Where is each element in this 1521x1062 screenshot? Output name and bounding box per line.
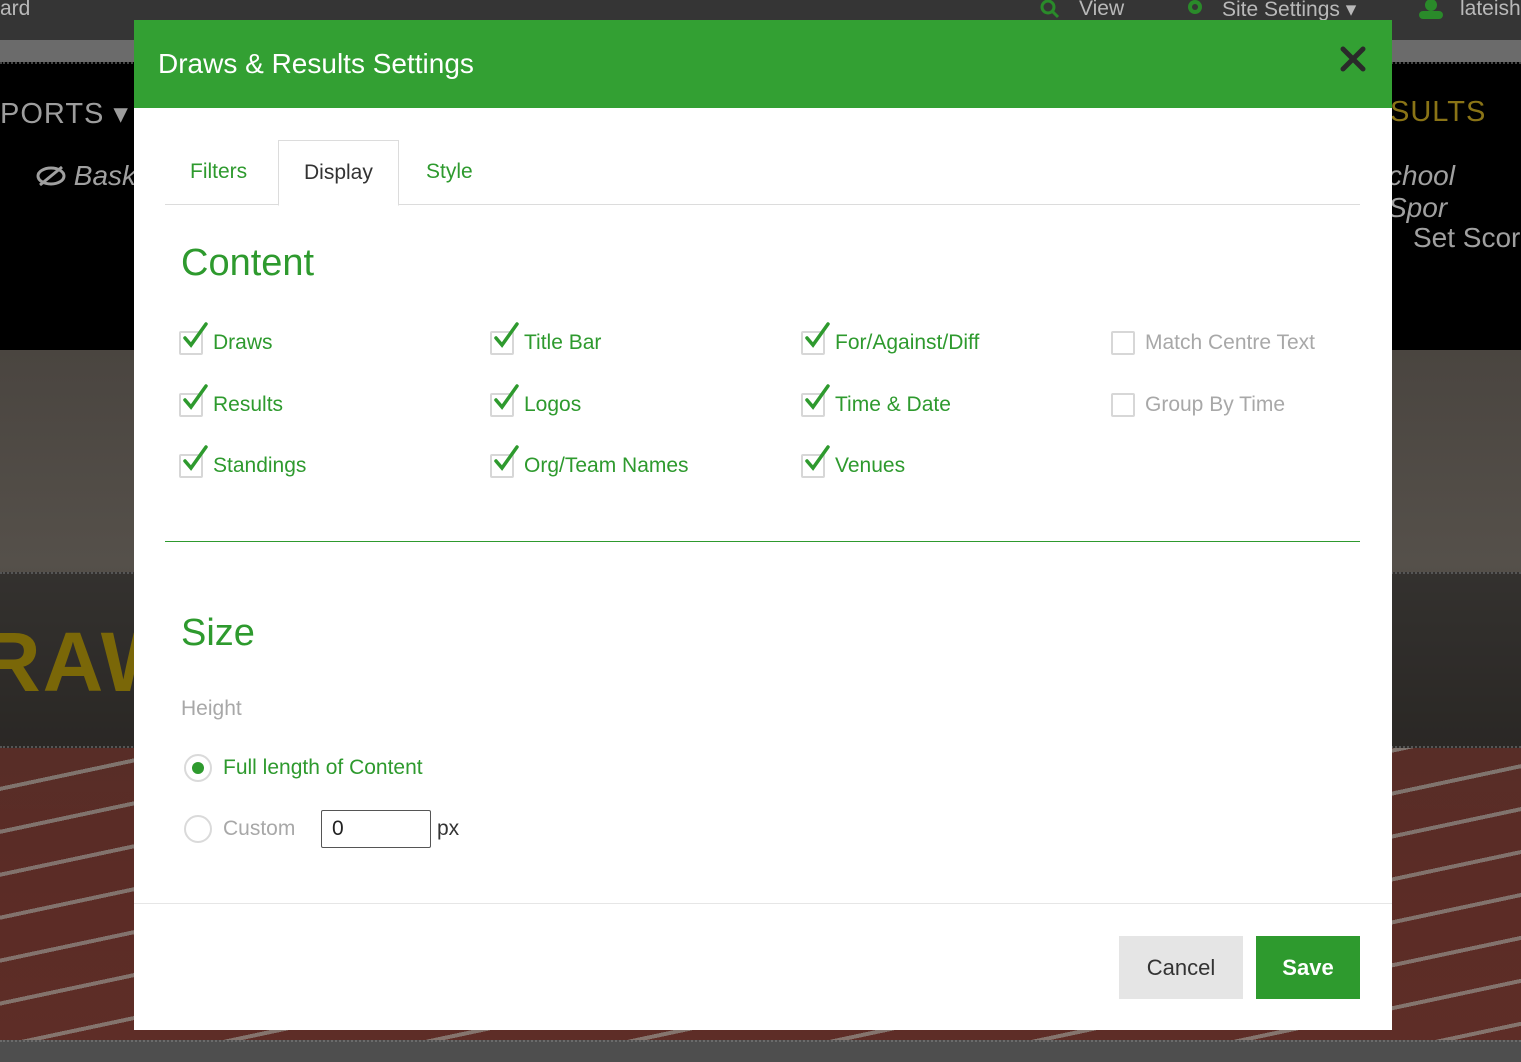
checkbox-time-date-label: Time & Date (835, 393, 951, 416)
checkmark-icon (179, 322, 208, 355)
close-icon[interactable] (1338, 44, 1368, 74)
size-section-title: Size (181, 612, 255, 654)
checkmark-icon (801, 322, 830, 355)
tab-style[interactable]: Style (401, 140, 498, 205)
checkbox-for-against-diff-label: For/Against/Diff (835, 331, 980, 354)
checkbox-venues-label: Venues (835, 454, 906, 477)
checkbox-draws[interactable]: Draws (179, 322, 273, 359)
modal-title: Draws & Results Settings (158, 48, 474, 79)
tab-filters[interactable]: Filters (165, 140, 272, 205)
section-divider (165, 541, 1360, 542)
results-menu[interactable]: SULTS (1390, 96, 1486, 129)
radio-full-length-label: Full length of Content (223, 756, 423, 779)
custom-height-input[interactable] (321, 810, 431, 848)
user-menu[interactable]: lateish (1460, 0, 1521, 21)
basketball-link-label: Bask (73, 160, 137, 191)
checkbox-group-by-time-label: Group By Time (1145, 393, 1286, 416)
checkbox-standings[interactable]: Standings (179, 445, 307, 482)
checkbox-time-date[interactable]: Time & Date (801, 384, 951, 421)
checkmark-icon (490, 445, 519, 478)
checkbox-match-centre-text-label: Match Centre Text (1145, 331, 1316, 354)
checkbox-results-label: Results (213, 393, 284, 416)
height-label: Height (181, 697, 242, 720)
cancel-button[interactable]: Cancel (1119, 936, 1243, 999)
radio-empty-icon (184, 815, 212, 843)
checkbox-empty-icon (1111, 331, 1135, 355)
checkbox-group-by-time[interactable]: Group By Time (1111, 389, 1285, 421)
tab-bar: Filters Display Style (165, 140, 1360, 206)
checkbox-match-centre-text[interactable]: Match Centre Text (1111, 327, 1315, 359)
site-settings-menu[interactable]: Site Settings ▾ (1222, 0, 1356, 22)
settings-modal: Draws & Results Settings Filters Display… (134, 20, 1392, 1030)
checkmark-icon (801, 445, 830, 478)
school-sports-link[interactable]: chool Spor (1388, 160, 1521, 224)
checkmark-icon (179, 384, 208, 417)
checkmark-icon (179, 445, 208, 478)
checkbox-for-against-diff[interactable]: For/Against/Diff (801, 322, 980, 359)
modal-header: Draws & Results Settings (134, 20, 1392, 108)
sports-menu[interactable]: PORTS ▾ (0, 96, 129, 131)
save-button[interactable]: Save (1256, 936, 1360, 999)
user-icon (1416, 0, 1446, 26)
checkmark-icon (490, 384, 519, 417)
basketball-link[interactable]: Bask (36, 160, 136, 192)
radio-full-length[interactable]: Full length of Content (184, 752, 423, 784)
checkbox-title-bar-label: Title Bar (524, 331, 602, 354)
checkbox-logos-label: Logos (524, 393, 582, 416)
checkbox-empty-icon (1111, 393, 1135, 417)
radio-custom[interactable]: Custom (184, 813, 295, 845)
checkbox-title-bar[interactable]: Title Bar (490, 322, 602, 359)
px-unit-label: px (437, 817, 460, 840)
checkbox-org-team-names[interactable]: Org/Team Names (490, 445, 689, 482)
checkbox-draws-label: Draws (213, 331, 273, 354)
footer-divider (134, 903, 1392, 904)
view-link[interactable]: View (1079, 0, 1124, 21)
content-section-title: Content (181, 242, 315, 284)
checkbox-org-team-names-label: Org/Team Names (524, 454, 689, 477)
tab-display[interactable]: Display (278, 140, 399, 206)
set-scores-link[interactable]: Set Scor (1413, 222, 1520, 254)
checkbox-standings-label: Standings (213, 454, 307, 477)
checkmark-icon (801, 384, 830, 417)
eye-slash-icon (36, 165, 66, 187)
background-bottom-strip (0, 1040, 1521, 1062)
topbar-left-text[interactable]: ard (0, 0, 30, 21)
checkmark-icon (490, 322, 519, 355)
checkbox-results[interactable]: Results (179, 384, 284, 421)
radio-custom-label: Custom (223, 817, 296, 840)
checkbox-venues[interactable]: Venues (801, 445, 906, 482)
radio-selected-icon (184, 754, 212, 782)
checkbox-logos[interactable]: Logos (490, 384, 582, 421)
